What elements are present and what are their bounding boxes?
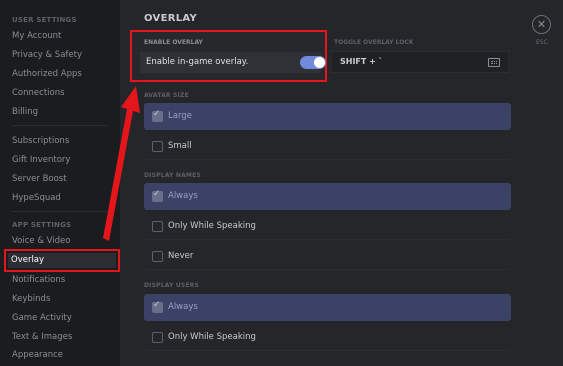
- option-label: Always: [168, 191, 198, 201]
- display-users-option-always[interactable]: Always: [144, 294, 511, 321]
- display-names-header: DISPLAY NAMES: [144, 172, 201, 179]
- checkbox-icon: [152, 221, 163, 232]
- checkbox-checked-icon: [152, 189, 163, 202]
- checkbox-icon: [152, 141, 163, 152]
- display-users-option-only-while-speaking[interactable]: Only While Speaking: [144, 324, 511, 351]
- option-label: Only While Speaking: [168, 221, 256, 231]
- option-label: Large: [168, 111, 192, 121]
- display-names-option-never[interactable]: Never: [144, 243, 511, 270]
- avatar-size-option-small[interactable]: Small: [144, 133, 511, 160]
- checkbox-checked-icon: [152, 300, 163, 313]
- checkbox-checked-icon: [152, 109, 163, 122]
- avatar-size-option-large[interactable]: Large: [144, 103, 511, 130]
- checkbox-icon: [152, 251, 163, 262]
- option-label: Small: [168, 141, 192, 151]
- option-label: Always: [168, 302, 198, 312]
- checkbox-icon: [152, 332, 163, 343]
- display-users-header: DISPLAY USERS: [144, 282, 200, 289]
- option-label: Never: [168, 251, 194, 261]
- option-label: Only While Speaking: [168, 332, 256, 342]
- display-names-option-only-while-speaking[interactable]: Only While Speaking: [144, 213, 511, 240]
- display-names-option-always[interactable]: Always: [144, 183, 511, 210]
- avatar-size-header: AVATAR SIZE: [144, 92, 189, 99]
